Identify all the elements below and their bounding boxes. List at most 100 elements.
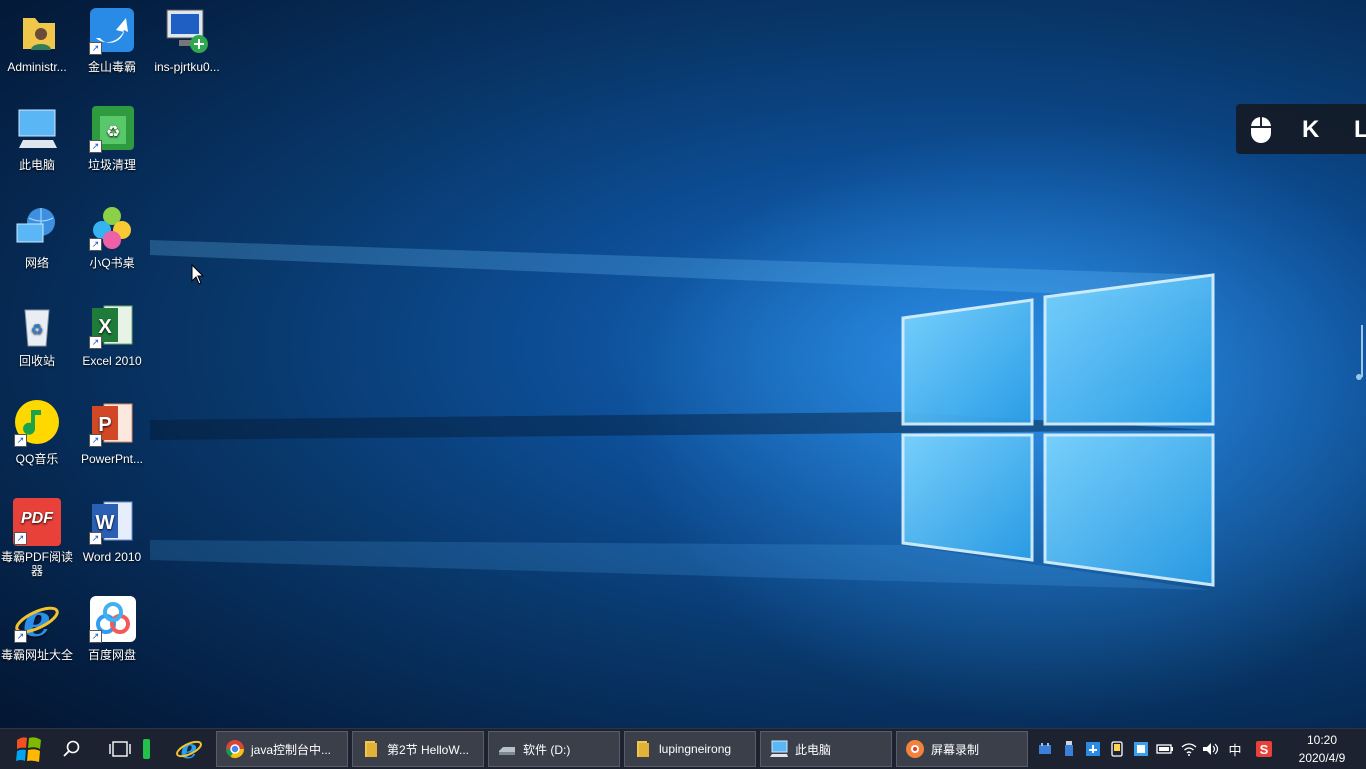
tray-battery[interactable] bbox=[1154, 729, 1176, 769]
desktop-icon-label: 回收站 bbox=[18, 354, 55, 368]
svg-text:X: X bbox=[98, 316, 112, 338]
xiaoq-desktop-icon: ↗ bbox=[88, 204, 136, 252]
shortcut-arrow-icon: ↗ bbox=[14, 434, 27, 447]
svg-text:S: S bbox=[1260, 742, 1269, 757]
wifi-icon bbox=[1181, 743, 1197, 756]
taskbar-item-label: 软件 (D:) bbox=[523, 742, 571, 757]
ie-browser-icon: e bbox=[176, 735, 202, 763]
baidu-netdisk-icon: ↗ bbox=[88, 596, 136, 644]
screen-recorder-icon bbox=[906, 740, 924, 758]
tray-wifi[interactable] bbox=[1178, 729, 1200, 769]
ie-browser-icon: e ↗ bbox=[13, 596, 61, 647]
input-method-indicator[interactable]: 中 bbox=[1224, 729, 1246, 769]
desktop-icon-trash-cleaner[interactable]: ♻ ↗ 垃圾清理 bbox=[75, 106, 149, 172]
shortcut-arrow-icon: ↗ bbox=[14, 630, 27, 643]
desktop-icon-recycle-bin[interactable]: ♻ 回收站 bbox=[0, 302, 74, 368]
taskbar-item-label: java控制台中... bbox=[251, 742, 332, 757]
search-button[interactable] bbox=[56, 729, 88, 769]
pdf-reader-icon: PDF ↗ bbox=[13, 498, 61, 546]
usb-drive-icon bbox=[1065, 741, 1073, 756]
taskbar-item-this-pc[interactable]: 此电脑 bbox=[760, 731, 892, 767]
tray-sogou-input[interactable]: S bbox=[1252, 729, 1276, 769]
pinned-ie-button[interactable]: e bbox=[172, 729, 206, 769]
desktop-icon-xiaoq[interactable]: ↗ 小Q书桌 bbox=[75, 204, 149, 270]
tray-usb-device[interactable] bbox=[1058, 729, 1080, 769]
search-icon bbox=[63, 740, 80, 757]
excel-icon: X ↗ bbox=[88, 302, 136, 350]
desktop-icon-label: PowerPnt... bbox=[80, 452, 144, 466]
desktop-icon-label: 毒霸PDF阅读器 bbox=[0, 550, 73, 578]
svg-text:e: e bbox=[23, 596, 51, 644]
desktop-icon-label: 毒霸网址大全 bbox=[0, 648, 73, 662]
desktop-icon-label: QQ音乐 bbox=[15, 452, 59, 466]
ime-label: 中 bbox=[1228, 742, 1242, 758]
tray-update-app[interactable] bbox=[1082, 729, 1104, 769]
mouse-cursor-icon bbox=[191, 264, 205, 285]
taskbar-item-chrome[interactable]: java控制台中... bbox=[216, 731, 348, 767]
system-clock[interactable]: 10:20 2020/4/9 bbox=[1282, 731, 1362, 767]
pinned-app-green-button[interactable] bbox=[140, 729, 152, 769]
task-view-button[interactable] bbox=[104, 729, 136, 769]
power-plug-icon bbox=[1156, 744, 1173, 754]
shortcut-arrow-icon: ↗ bbox=[89, 140, 102, 153]
qq-music-icon: ↗ bbox=[13, 400, 61, 448]
desktop-icon-administrator[interactable]: Administr... bbox=[0, 8, 74, 74]
mouse-icon bbox=[1250, 116, 1272, 151]
desktop-icon-excel[interactable]: X ↗ Excel 2010 bbox=[75, 302, 149, 368]
edge-slider-handle[interactable] bbox=[1356, 325, 1363, 380]
taskbar-item-drive-d[interactable]: 软件 (D:) bbox=[488, 731, 620, 767]
tray-shield-icon bbox=[1086, 742, 1100, 756]
desktop-icon-label: 百度网盘 bbox=[87, 648, 136, 662]
desktop-icon-network[interactable]: 网络 bbox=[0, 204, 74, 270]
key-k-indicator: K bbox=[1302, 116, 1320, 143]
kingsoft-antivirus-icon: ↗ bbox=[88, 8, 136, 56]
taskbar-item-folder-lupingneirong[interactable]: lupingneirong bbox=[624, 731, 756, 767]
desktop-icon-qq-music[interactable]: ↗ QQ音乐 bbox=[0, 400, 74, 466]
this-pc-icon bbox=[13, 106, 61, 154]
desktop-icon-label: 垃圾清理 bbox=[87, 158, 136, 172]
tray-volume[interactable] bbox=[1200, 729, 1222, 769]
desktop-icon-kingsoft[interactable]: ↗ 金山毒霸 bbox=[75, 8, 149, 74]
tray-network-monitor[interactable] bbox=[1130, 729, 1152, 769]
taskbar-item-label: lupingneirong bbox=[659, 742, 732, 756]
desktop-icon-pdf-reader[interactable]: PDF ↗ 毒霸PDF阅读器 bbox=[0, 498, 74, 578]
shortcut-arrow-icon: ↗ bbox=[89, 336, 102, 349]
taskbar-item-label: 此电脑 bbox=[795, 742, 832, 757]
this-pc-icon bbox=[770, 740, 788, 757]
desktop-icon-powerpoint[interactable]: P ↗ PowerPnt... bbox=[75, 400, 149, 466]
start-menu-icon bbox=[16, 737, 41, 762]
desktop-icon-this-pc[interactable]: 此电脑 bbox=[0, 106, 74, 172]
taskbar-item-label: 屏幕录制 bbox=[931, 742, 980, 757]
shortcut-arrow-icon: ↗ bbox=[89, 434, 102, 447]
svg-text:P: P bbox=[98, 414, 111, 436]
start-button[interactable] bbox=[0, 729, 56, 769]
volume-icon bbox=[1203, 743, 1219, 755]
svg-text:♻: ♻ bbox=[106, 122, 120, 141]
powerpoint-icon: P ↗ bbox=[88, 400, 136, 448]
desktop-icon-label: Administr... bbox=[7, 60, 67, 74]
windows-wallpaper bbox=[150, 120, 1366, 720]
shortcut-arrow-icon: ↗ bbox=[89, 238, 102, 251]
pdf-badge-text: PDF bbox=[21, 510, 53, 527]
task-view-icon bbox=[109, 741, 131, 757]
desktop-icon-ie-navigation[interactable]: e ↗ 毒霸网址大全 bbox=[0, 596, 74, 662]
desktop-icon-label: 小Q书桌 bbox=[89, 256, 135, 270]
taskbar-item-folder-hello[interactable]: 第2节 HelloW... bbox=[352, 731, 484, 767]
recycle-bin-icon: ♻ bbox=[13, 302, 61, 350]
desktop-icon-word[interactable]: W ↗ Word 2010 bbox=[75, 498, 149, 564]
desktop-icon-baidu-netdisk[interactable]: ↗ 百度网盘 bbox=[75, 596, 149, 662]
chrome-icon bbox=[226, 740, 244, 759]
word-icon: W ↗ bbox=[88, 498, 136, 546]
desktop-icon-remote-connection[interactable]: ins-pjrtku0... bbox=[150, 8, 224, 74]
key-l-indicator: L bbox=[1354, 116, 1366, 143]
user-folder-icon bbox=[13, 8, 61, 56]
desktop-icon-label: 网络 bbox=[24, 256, 49, 270]
tray-bluetooth-app[interactable] bbox=[1034, 729, 1056, 769]
monitor-app-icon bbox=[1134, 742, 1148, 756]
taskbar-item-screen-recorder[interactable]: 屏幕录制 bbox=[896, 731, 1028, 767]
phone-icon bbox=[1111, 741, 1123, 757]
floating-key-toolbar[interactable]: K L bbox=[1236, 104, 1366, 154]
drive-icon bbox=[499, 747, 515, 755]
tray-phone-app[interactable] bbox=[1106, 729, 1128, 769]
tray-app-icon bbox=[1039, 743, 1051, 754]
